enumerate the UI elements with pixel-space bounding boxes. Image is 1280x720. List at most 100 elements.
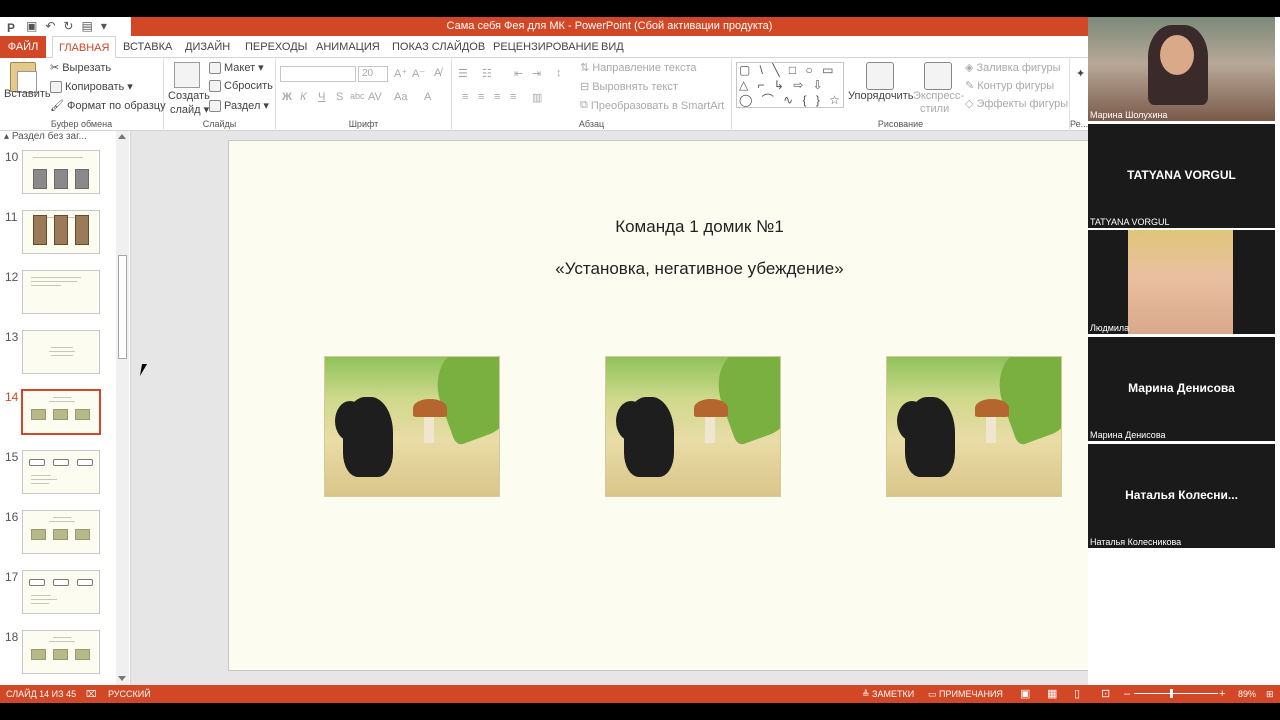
- zoom-slider[interactable]: [1134, 693, 1218, 694]
- italic-button[interactable]: К: [300, 91, 306, 103]
- normal-view-icon[interactable]: ▣: [1020, 685, 1030, 703]
- slideshow-start-icon[interactable]: ▤: [81, 18, 92, 35]
- redo-icon[interactable]: ↻: [63, 18, 73, 35]
- undo-icon[interactable]: ↶: [45, 18, 55, 35]
- zoom-in-icon[interactable]: +: [1219, 685, 1225, 703]
- align-left-icon[interactable]: ≡: [462, 91, 468, 103]
- customize-qat-icon[interactable]: ▾: [101, 18, 107, 35]
- slide-thumbnail[interactable]: [22, 630, 100, 674]
- slide-thumbnail[interactable]: [22, 450, 100, 494]
- justify-icon[interactable]: ≡: [510, 91, 516, 103]
- tab-animations[interactable]: АНИМАЦИЯ: [310, 36, 386, 58]
- slide-thumbnail[interactable]: [22, 330, 100, 374]
- slideshow-icon[interactable]: ⊡: [1101, 685, 1110, 703]
- font-size-combo[interactable]: 20: [358, 66, 388, 82]
- new-slide-icon[interactable]: [174, 62, 200, 88]
- current-slide[interactable]: Команда 1 домик №1 «Установка, негативно…: [228, 140, 1171, 671]
- shape-effects-button[interactable]: ◇ Эффекты фигуры: [965, 97, 1068, 111]
- decrease-indent-icon[interactable]: ⇤: [514, 67, 523, 80]
- bullets-icon[interactable]: ☰: [458, 67, 468, 80]
- slide-thumbnail[interactable]: [21, 389, 101, 435]
- slide-thumbnail[interactable]: [22, 210, 100, 254]
- line-spacing-icon[interactable]: ↕: [556, 67, 562, 79]
- thumbnail-row[interactable]: 15: [0, 450, 116, 498]
- section-header[interactable]: ▴ Раздел без заг...: [4, 131, 87, 142]
- bold-button[interactable]: Ж: [282, 91, 292, 103]
- quick-styles-label-2[interactable]: стили: [920, 103, 949, 115]
- thumbnail-row[interactable]: 17: [0, 570, 116, 618]
- smartart-button[interactable]: ⧉ Преобразовать в SmartArt: [580, 99, 724, 112]
- copy-button[interactable]: Копировать ▾: [50, 80, 133, 93]
- numbering-icon[interactable]: ☷: [482, 67, 492, 80]
- tab-transitions[interactable]: ПЕРЕХОДЫ: [239, 36, 313, 58]
- grow-font-icon[interactable]: A⁺: [394, 67, 407, 80]
- language-indicator[interactable]: РУССКИЙ: [108, 685, 151, 703]
- thumbnail-row[interactable]: 13: [0, 330, 116, 378]
- layout-button[interactable]: Макет ▾: [209, 61, 264, 74]
- section-button[interactable]: Раздел ▾: [209, 99, 269, 112]
- tab-review[interactable]: РЕЦЕНЗИРОВАНИЕ: [487, 36, 605, 58]
- quick-styles-icon[interactable]: [924, 62, 952, 90]
- cut-button[interactable]: ✂ Вырезать: [50, 61, 111, 75]
- change-case-button[interactable]: Aa: [394, 91, 407, 103]
- thumbnail-row[interactable]: 14: [0, 389, 116, 438]
- fairy-image-1[interactable]: [324, 356, 500, 497]
- underline-button[interactable]: Ч: [318, 91, 325, 103]
- arrange-icon[interactable]: [866, 62, 894, 90]
- align-center-icon[interactable]: ≡: [478, 91, 484, 103]
- tab-home[interactable]: ГЛАВНАЯ: [52, 36, 117, 59]
- zoom-out-icon[interactable]: –: [1124, 685, 1130, 703]
- zoom-level[interactable]: 89%: [1238, 685, 1256, 703]
- slide-sorter-icon[interactable]: ▦: [1047, 685, 1057, 703]
- slide-thumbnail[interactable]: [22, 510, 100, 554]
- slide-thumbnail[interactable]: [22, 270, 100, 314]
- participant-tile-5[interactable]: Наталья Колесни... Наталья Колесникова: [1088, 444, 1275, 548]
- find-icon[interactable]: ✦: [1076, 67, 1085, 80]
- powerpoint-app-icon[interactable]: P: [4, 19, 18, 35]
- shadow-button[interactable]: abc: [350, 91, 365, 101]
- font-name-combo[interactable]: [280, 66, 356, 82]
- increase-indent-icon[interactable]: ⇥: [532, 67, 541, 80]
- text-direction-button[interactable]: ⇅ Направление текста: [580, 61, 697, 75]
- fairy-image-2[interactable]: [605, 356, 781, 497]
- new-slide-button[interactable]: слайд ▾: [170, 103, 209, 117]
- save-icon[interactable]: ▣: [26, 18, 37, 35]
- spellcheck-icon[interactable]: ⌧: [86, 685, 96, 703]
- tab-slideshow[interactable]: ПОКАЗ СЛАЙДОВ: [386, 36, 491, 58]
- strikethrough-button[interactable]: S: [336, 91, 343, 103]
- shrink-font-icon[interactable]: A⁻: [412, 67, 425, 80]
- fit-slide-icon[interactable]: ⊞: [1266, 685, 1274, 703]
- participant-tile-1[interactable]: Марина Шолухина: [1088, 17, 1275, 121]
- comments-button[interactable]: ▭ ПРИМЕЧАНИЯ: [928, 685, 1003, 703]
- thumbnail-row[interactable]: 18: [0, 630, 116, 678]
- shape-outline-button[interactable]: ✎ Контур фигуры: [965, 79, 1054, 93]
- slide-thumbnail[interactable]: [22, 570, 100, 614]
- slide-thumbnail[interactable]: [22, 150, 100, 194]
- font-color-button[interactable]: A: [424, 91, 431, 103]
- scroll-thumb[interactable]: [118, 255, 127, 359]
- quick-styles-label-1[interactable]: Экспресс-: [913, 90, 964, 102]
- shapes-gallery[interactable]: ▢ \ ╲ □ ○ ▭ △ ⌐ ↳ ⇨ ⇩ ◯ ⌒ ∿ { } ☆: [736, 62, 844, 108]
- thumbnail-row[interactable]: 10: [0, 150, 116, 198]
- new-slide-label-1[interactable]: Создать: [168, 90, 210, 102]
- format-painter-button[interactable]: 🖌 Формат по образцу: [50, 99, 166, 113]
- reading-view-icon[interactable]: ▯: [1074, 685, 1080, 703]
- tab-view[interactable]: ВИД: [595, 36, 630, 58]
- participant-tile-3[interactable]: Людмила: [1088, 230, 1275, 334]
- thumbnail-row[interactable]: 16: [0, 510, 116, 558]
- slide-subtitle[interactable]: «Установка, негативное убеждение»: [229, 259, 1170, 279]
- scroll-down-icon[interactable]: [118, 676, 126, 681]
- notes-button[interactable]: ≜ ЗАМЕТКИ: [862, 685, 914, 703]
- scroll-up-icon[interactable]: [118, 134, 126, 139]
- fairy-image-3[interactable]: [886, 356, 1062, 497]
- zoom-slider-handle[interactable]: [1170, 689, 1173, 698]
- char-spacing-button[interactable]: AV: [368, 91, 382, 103]
- thumbnail-row[interactable]: 11: [0, 210, 116, 258]
- slide-title[interactable]: Команда 1 домик №1: [229, 217, 1170, 237]
- participant-tile-4[interactable]: Марина Денисова Марина Денисова: [1088, 337, 1275, 441]
- clear-format-icon[interactable]: A̸: [434, 67, 441, 79]
- columns-icon[interactable]: ▥: [532, 91, 542, 104]
- thumbnail-scrollbar[interactable]: [116, 131, 129, 685]
- participant-tile-2[interactable]: TATYANA VORGUL TATYANA VORGUL: [1088, 124, 1275, 228]
- tab-design[interactable]: ДИЗАЙН: [179, 36, 236, 58]
